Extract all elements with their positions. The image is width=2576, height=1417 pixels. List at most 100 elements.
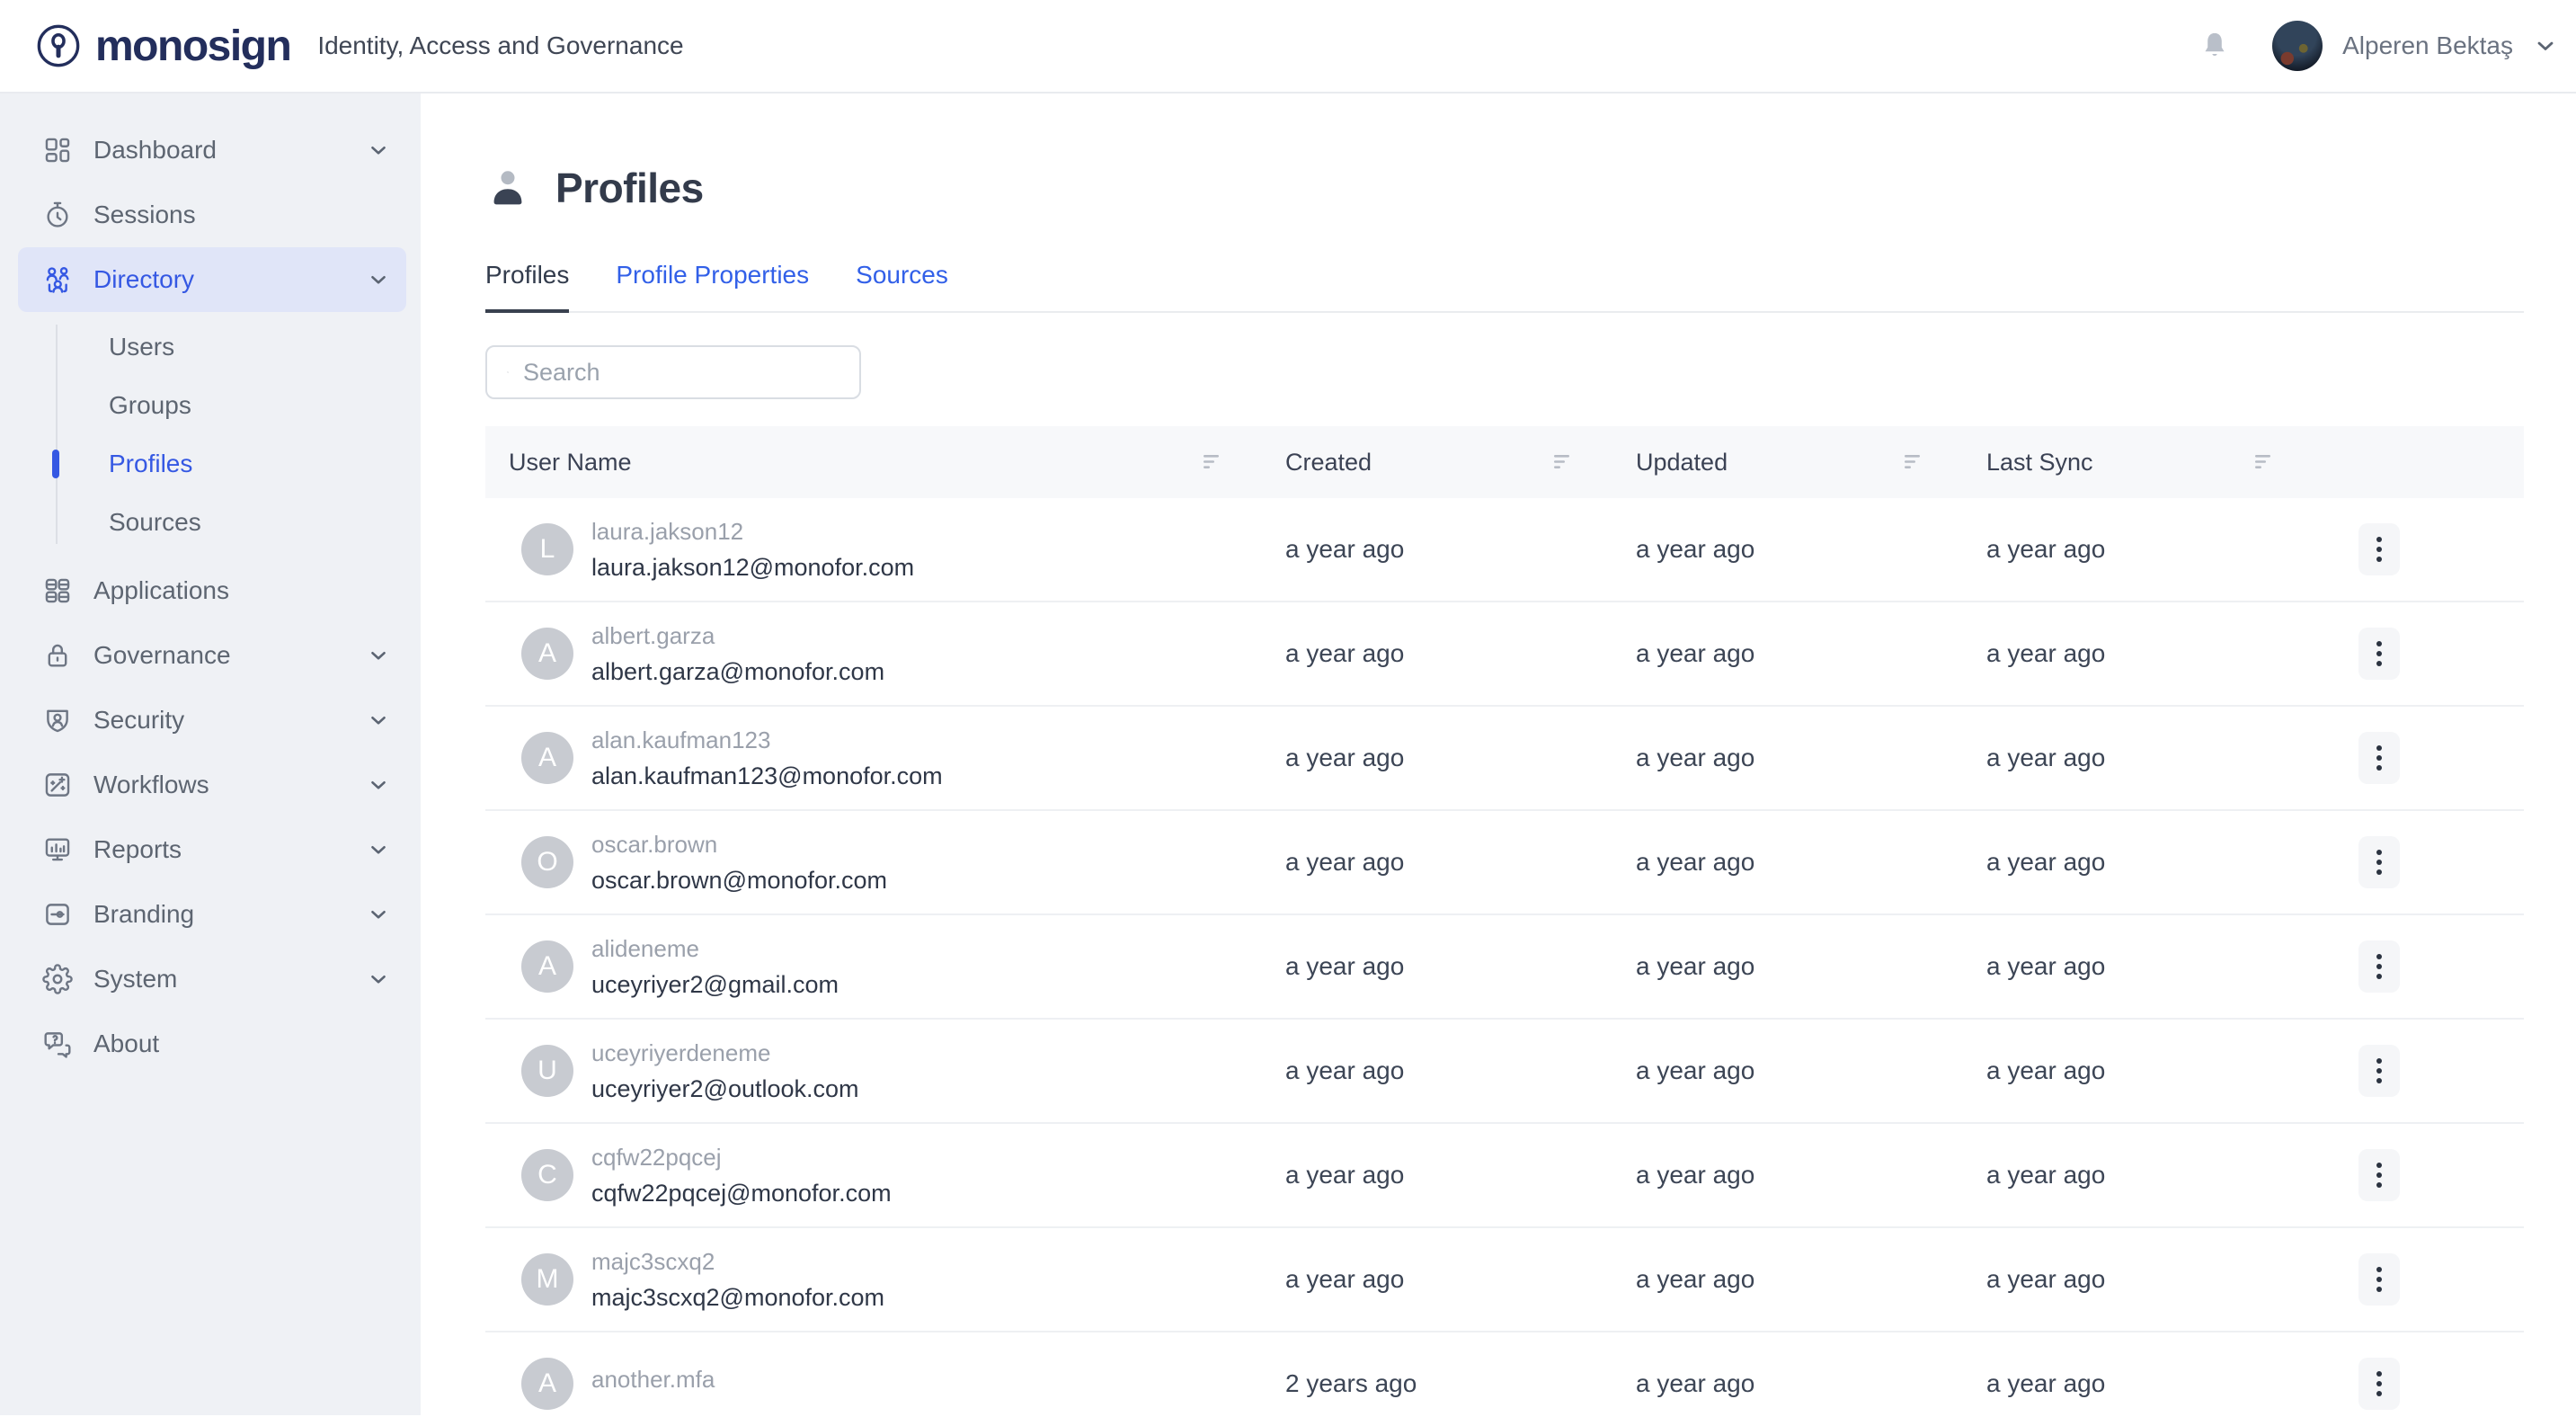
subnav-label: Sources: [109, 508, 201, 537]
sidebar-item-groups[interactable]: Groups: [0, 376, 421, 434]
row-username: uceyriyerdeneme: [591, 1039, 859, 1067]
sidebar-item-branding[interactable]: Branding: [18, 882, 406, 947]
column-header-user-name: User Name: [509, 449, 632, 477]
chevron-down-icon: [367, 138, 390, 162]
row-created: a year ago: [1276, 707, 1627, 809]
row-updated: a year ago: [1627, 1228, 1977, 1331]
table-row[interactable]: C cqfw22pqcejcqfw22pqcej@monofor.com a y…: [485, 1124, 2524, 1228]
user-menu[interactable]: Alperen Bektaş: [2272, 21, 2558, 71]
subnav-label: Users: [109, 333, 174, 361]
row-actions-menu-button[interactable]: [2358, 732, 2400, 784]
row-last-sync: a year ago: [1977, 811, 2328, 913]
sidebar-item-users[interactable]: Users: [0, 317, 421, 376]
sidebar-item-security[interactable]: Security: [18, 688, 406, 753]
sidebar-item-dashboard[interactable]: Dashboard: [18, 118, 406, 183]
sidebar-item-system[interactable]: System: [18, 947, 406, 1012]
tab-profile-properties[interactable]: Profile Properties: [616, 261, 809, 311]
brand-wordmark: monosign: [95, 22, 290, 71]
search-icon: [507, 359, 509, 386]
row-username: another.mfa: [591, 1366, 715, 1394]
sidebar-item-applications[interactable]: Applications: [18, 558, 406, 623]
row-last-sync: a year ago: [1977, 498, 2328, 601]
row-actions-menu-button[interactable]: [2358, 1253, 2400, 1306]
avatar: A: [521, 628, 573, 680]
column-header-last-sync: Last Sync: [1986, 449, 2093, 477]
row-created: a year ago: [1276, 1124, 1627, 1226]
table-row[interactable]: A albert.garzaalbert.garza@monofor.com a…: [485, 602, 2524, 707]
row-last-sync: a year ago: [1977, 1020, 2328, 1122]
about-chat-icon: [42, 1029, 73, 1059]
table-row[interactable]: L laura.jakson12laura.jakson12@monofor.c…: [485, 498, 2524, 602]
avatar: U: [521, 1045, 573, 1097]
sidebar-item-workflows[interactable]: Workflows: [18, 753, 406, 817]
sort-icon[interactable]: [1554, 454, 1577, 470]
sidebar-item-label: Dashboard: [93, 136, 217, 165]
magic-wand-icon: [42, 770, 73, 800]
applications-grid-icon: [42, 575, 73, 606]
row-username: albert.garza: [591, 622, 884, 650]
row-email: albert.garza@monofor.com: [591, 658, 884, 686]
table-row[interactable]: O oscar.brownoscar.brown@monofor.com a y…: [485, 811, 2524, 915]
profiles-table: User Name Created Updated Last Sync L la…: [485, 426, 2524, 1417]
row-username: alan.kaufman123: [591, 726, 943, 754]
sidebar-item-sessions[interactable]: Sessions: [18, 183, 406, 247]
sidebar-item-label: About: [93, 1029, 159, 1058]
sidebar-item-governance[interactable]: Governance: [18, 623, 406, 688]
chevron-down-icon: [367, 903, 390, 926]
table-row[interactable]: M majc3scxq2majc3scxq2@monofor.com a yea…: [485, 1228, 2524, 1332]
tab-sources[interactable]: Sources: [856, 261, 948, 311]
row-updated: a year ago: [1627, 1124, 1977, 1226]
notifications-bell-icon[interactable]: [2198, 29, 2231, 63]
tab-profiles[interactable]: Profiles: [485, 261, 569, 313]
sort-icon[interactable]: [1204, 454, 1227, 470]
row-actions-menu-button[interactable]: [2358, 1358, 2400, 1410]
sort-icon[interactable]: [2255, 454, 2278, 470]
sidebar-item-label: Applications: [93, 576, 229, 605]
sidebar-item-profiles[interactable]: Profiles: [0, 434, 421, 493]
row-actions-menu-button[interactable]: [2358, 1045, 2400, 1097]
avatar: A: [521, 940, 573, 993]
sidebar-item-reports[interactable]: Reports: [18, 817, 406, 882]
sort-icon[interactable]: [1905, 454, 1928, 470]
table-row[interactable]: A another.mfa 2 years ago a year ago a y…: [485, 1332, 2524, 1417]
row-actions-menu-button[interactable]: [2358, 940, 2400, 993]
chevron-down-icon: [367, 773, 390, 797]
chevron-down-icon: [367, 644, 390, 667]
stopwatch-icon: [42, 200, 73, 230]
sidebar-item-sources[interactable]: Sources: [0, 493, 421, 551]
brand-logo-link[interactable]: monosign Identity, Access and Governance: [36, 22, 684, 71]
row-username: majc3scxq2: [591, 1248, 884, 1276]
lock-icon: [42, 640, 73, 671]
row-actions-menu-button[interactable]: [2358, 1149, 2400, 1201]
row-actions-menu-button[interactable]: [2358, 628, 2400, 680]
profiles-person-icon: [485, 165, 530, 210]
main-content: Profiles Profiles Profile Properties Sou…: [421, 94, 2576, 1415]
row-last-sync: a year ago: [1977, 1228, 2328, 1331]
sidebar: Dashboard Sessions Directory: [0, 94, 421, 1415]
row-email: uceyriyer2@outlook.com: [591, 1075, 859, 1103]
user-name: Alperen Bektaş: [2342, 31, 2513, 60]
row-email: alan.kaufman123@monofor.com: [591, 762, 943, 790]
tab-bar: Profiles Profile Properties Sources: [485, 261, 2524, 313]
table-header: User Name Created Updated Last Sync: [485, 426, 2524, 498]
chevron-down-icon: [367, 268, 390, 291]
table-row[interactable]: A alan.kaufman123alan.kaufman123@monofor…: [485, 707, 2524, 811]
avatar: L: [521, 523, 573, 575]
table-row[interactable]: U uceyriyerdenemeuceyriyer2@outlook.com …: [485, 1020, 2524, 1124]
avatar: O: [521, 836, 573, 888]
row-username: oscar.brown: [591, 831, 887, 859]
table-row[interactable]: A alidenemeuceyriyer2@gmail.com a year a…: [485, 915, 2524, 1020]
row-email: uceyriyer2@gmail.com: [591, 971, 839, 999]
row-username: laura.jakson12: [591, 518, 914, 546]
row-actions-menu-button[interactable]: [2358, 836, 2400, 888]
search-input[interactable]: [523, 359, 841, 387]
row-actions-menu-button[interactable]: [2358, 523, 2400, 575]
row-created: 2 years ago: [1276, 1332, 1627, 1417]
sidebar-item-directory[interactable]: Directory: [18, 247, 406, 312]
shield-user-icon: [42, 705, 73, 735]
sidebar-item-label: Branding: [93, 900, 194, 929]
branding-sliders-icon: [42, 899, 73, 930]
row-created: a year ago: [1276, 915, 1627, 1018]
chevron-down-icon: [2533, 33, 2558, 58]
sidebar-item-about[interactable]: About: [18, 1012, 406, 1076]
